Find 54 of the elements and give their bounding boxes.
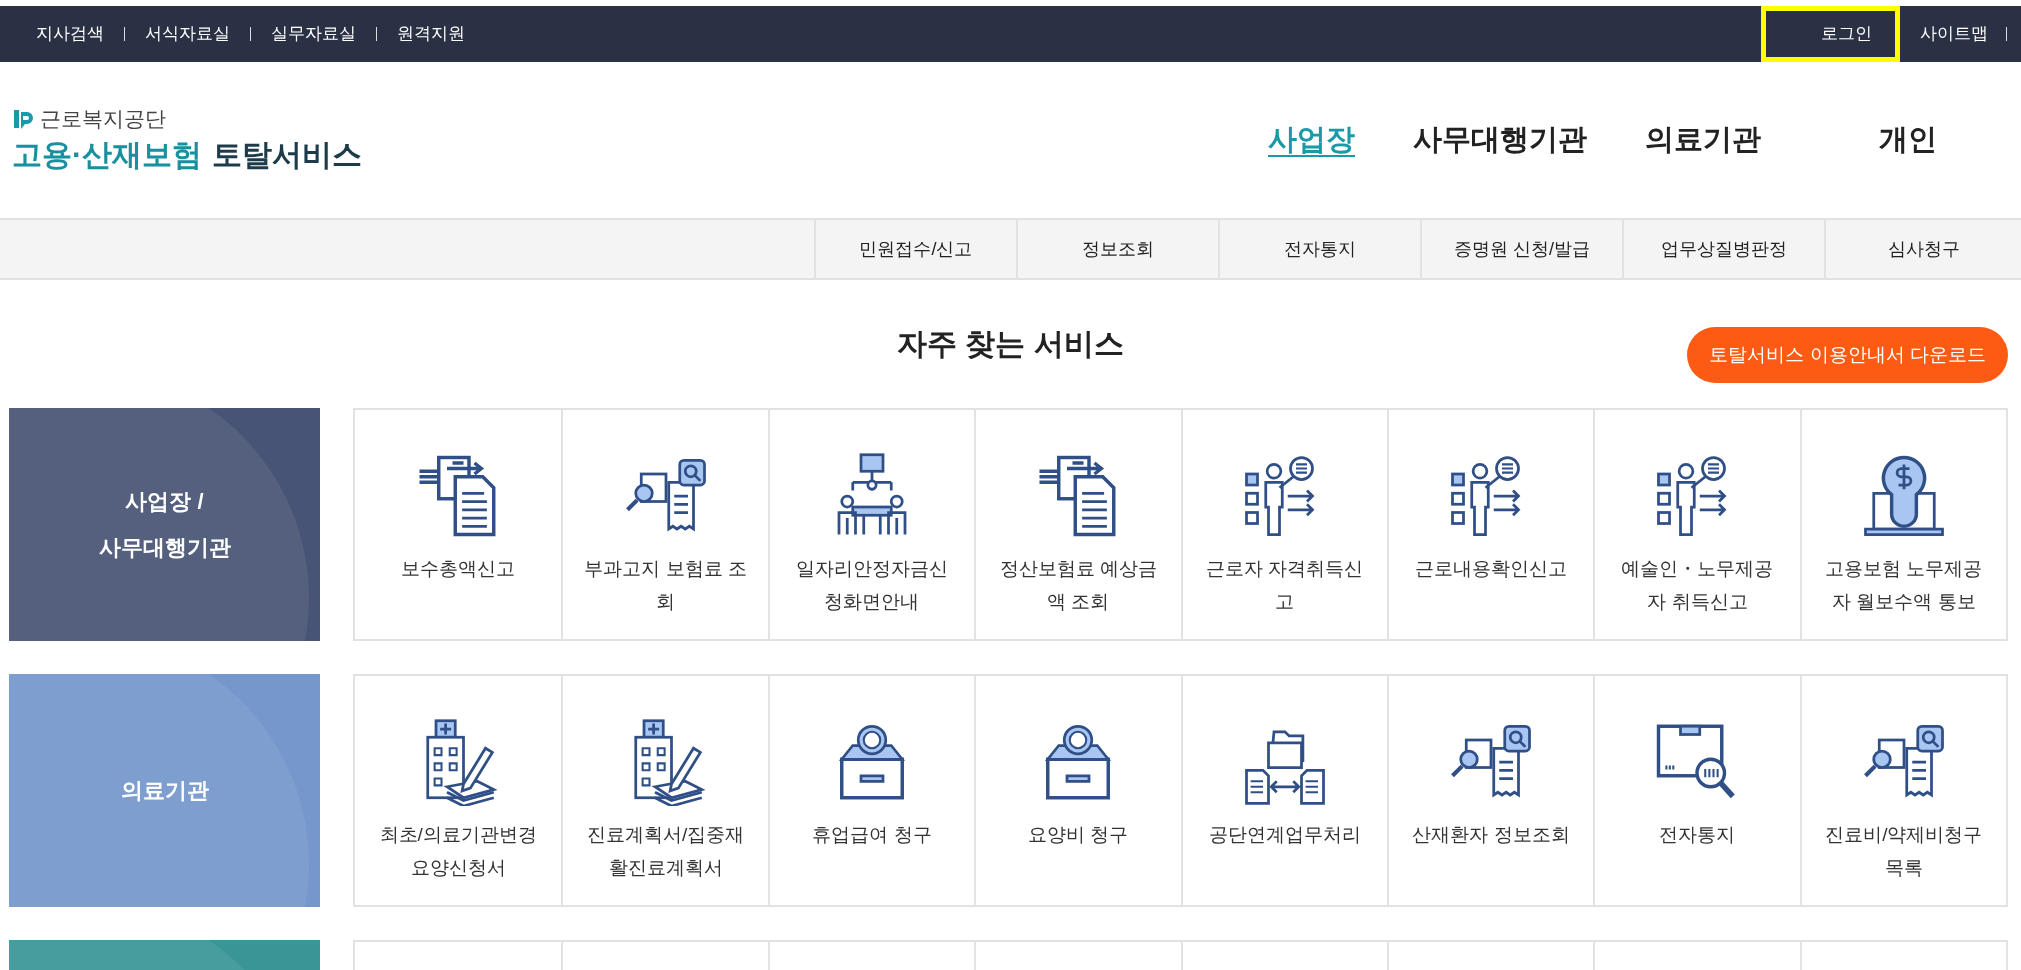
site-title: 토탈서비스 xyxy=(212,136,362,173)
main-nav-tab[interactable]: 사무대행기관 xyxy=(1413,120,1587,160)
service-label: 일자리안정자금신 청화면안내 xyxy=(795,557,948,614)
service-tile[interactable]: 요양비 청구 xyxy=(974,676,1181,905)
service-tile[interactable]: 고용보험 노무제공 자 월보수액 통보 xyxy=(1799,410,2006,639)
logo-icon xyxy=(12,107,36,130)
service-label: 고용보험 노무제공 자 월보수액 통보 xyxy=(1825,557,1983,614)
sub-nav-item[interactable]: 업무상질병판정 xyxy=(1622,220,1824,278)
service-tile[interactable]: 산재환자 정보조회 xyxy=(1386,676,1594,905)
service-tile[interactable]: 휴업급여 청구 xyxy=(767,676,975,905)
main-nav-tab[interactable]: 의료기관 xyxy=(1645,120,1761,160)
sub-nav-item[interactable]: 정보조회 xyxy=(1016,220,1218,278)
service-label: 정산보험료 예상금 액 조회 xyxy=(999,557,1157,614)
utility-link[interactable]: 실무자료실 xyxy=(251,22,376,46)
utility-link[interactable]: 사이트맵 xyxy=(1908,22,2006,46)
service-label: 요양비 청구 xyxy=(1028,823,1129,847)
site-title: 고용·산재보험 xyxy=(12,136,202,173)
service-tile[interactable]: 공단연계업무처리 xyxy=(1180,676,1387,905)
utility-link[interactable]: 서식자료실 xyxy=(125,22,250,46)
service-tile[interactable]: 근로자 자격취득신 고 xyxy=(1180,410,1387,639)
agency-name: 근로복지공단 xyxy=(40,105,166,132)
utility-link[interactable]: 지사검색 xyxy=(26,22,124,46)
service-label: 전자통지 xyxy=(1659,823,1736,847)
sub-nav-item[interactable]: 전자통지 xyxy=(1218,220,1420,278)
service-tile[interactable]: 보수총액신고 xyxy=(355,410,562,639)
service-tile[interactable]: 예술인・노무제공 자 취득신고 xyxy=(1593,410,1800,639)
service-label: 산재환자 정보조회 xyxy=(1412,823,1570,847)
service-tile[interactable]: 부과고지 보험료 조 회 xyxy=(561,410,768,639)
service-label: 진료계획서/집중재 활진료계획서 xyxy=(586,823,745,880)
service-tile[interactable]: 일자리안정자금신 청화면안내 xyxy=(767,410,975,639)
service-label: 최초/의료기관변경 요양신청서 xyxy=(379,823,537,880)
service-tile[interactable]: 정산보험료 예상금 액 조회 xyxy=(974,410,1181,639)
category-label: 의료기관 xyxy=(120,776,209,805)
service-label: 근로자 자격취득신 고 xyxy=(1206,557,1364,614)
service-tile[interactable]: 최초/의료기관변경 요양신청서 xyxy=(355,676,562,905)
service-label: 근로내용확인신고 xyxy=(1415,557,1568,581)
utility-link[interactable]: 로그인 xyxy=(1761,6,1900,62)
section-title: 자주 찾는 서비스 xyxy=(897,325,1124,362)
service-tile[interactable]: 진료계획서/집중재 활진료계획서 xyxy=(561,676,768,905)
sub-nav-item[interactable]: 민원접수/신고 xyxy=(814,220,1016,278)
service-label: 보수총액신고 xyxy=(401,557,516,581)
sub-nav-item[interactable]: 심사청구 xyxy=(1824,220,2021,278)
service-label: 진료비/약제비청구 목록 xyxy=(1825,823,1983,880)
service-label: 예술인・노무제공 자 취득신고 xyxy=(1621,557,1774,614)
service-label: 공단연계업무처리 xyxy=(1208,823,1361,847)
sub-nav-item[interactable]: 증명원 신청/발급 xyxy=(1420,220,1622,278)
service-label: 휴업급여 청구 xyxy=(812,823,932,847)
category-label: 사업장 / 사무대행기관 xyxy=(98,487,231,562)
utility-link[interactable]: 원격지원 xyxy=(377,22,485,46)
main-nav-tab[interactable]: 개인 xyxy=(1879,120,1937,160)
service-tile[interactable]: 근로내용확인신고 xyxy=(1386,410,1594,639)
service-tile[interactable]: 진료비/약제비청구 목록 xyxy=(1799,676,2006,905)
service-tile[interactable]: 전자통지 xyxy=(1593,676,1800,905)
service-label: 부과고지 보험료 조 회 xyxy=(584,557,747,614)
